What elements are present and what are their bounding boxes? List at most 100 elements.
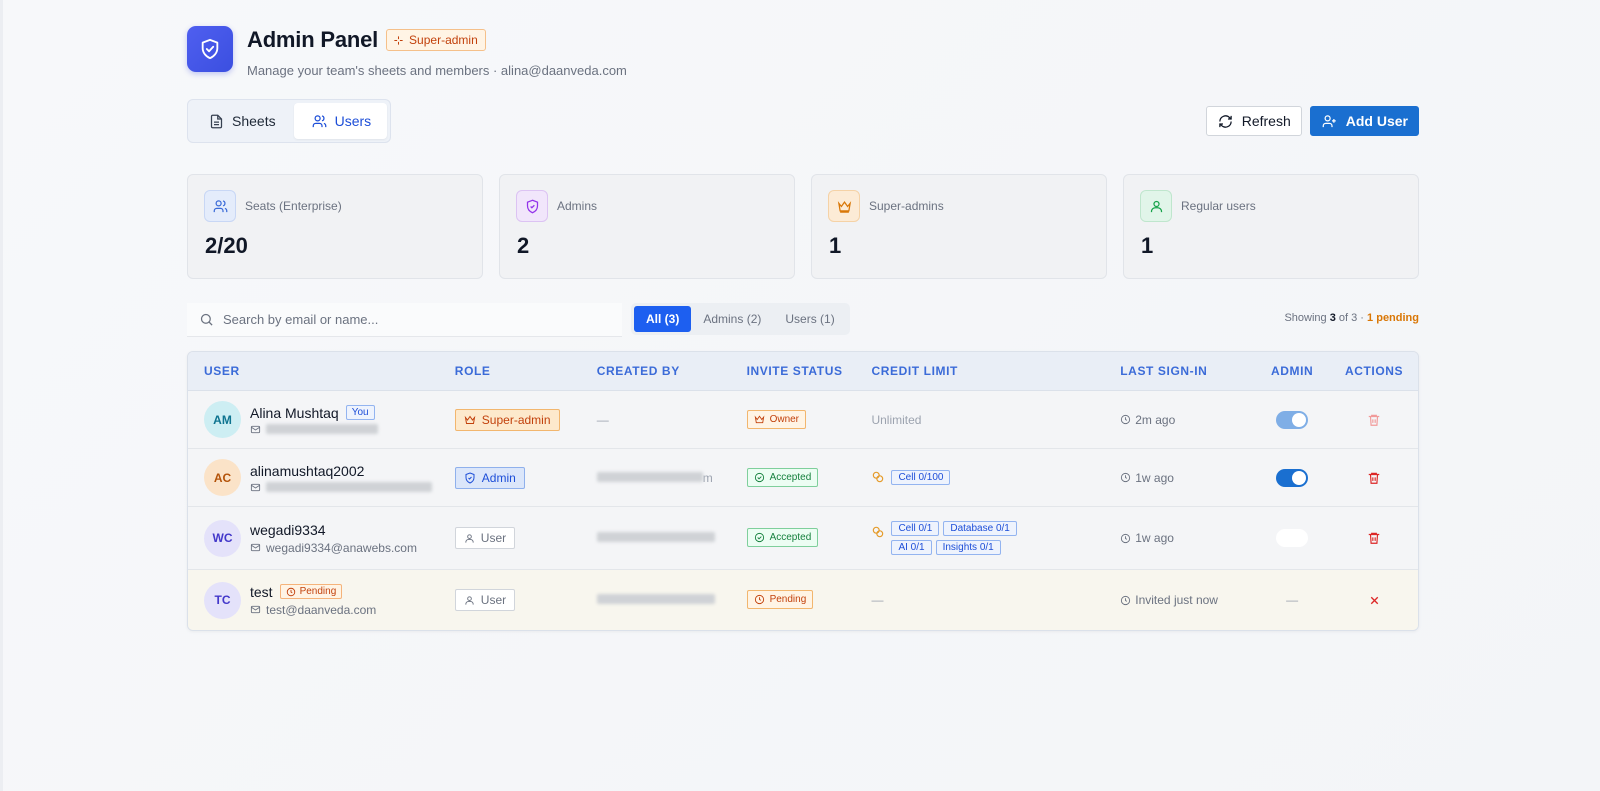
pending-badge: Pending	[279, 584, 343, 599]
page-title: Admin Panel	[247, 27, 379, 52]
role-filter: All (3) Admins (2) Users (1)	[631, 303, 850, 335]
tab-group: Sheets Users	[187, 99, 392, 143]
mail-icon	[250, 605, 261, 614]
mail-icon	[250, 483, 261, 491]
credit-chip: Insights 0/1	[935, 540, 1001, 555]
filter-users[interactable]: Users (1)	[773, 306, 846, 332]
table-row: WC wegadi9334 wegadi9334@anawebs.com Use…	[188, 507, 1418, 570]
stat-admins: Admins 2	[499, 174, 795, 279]
credit-limit: Cell 0/1 Database 0/1 AI 0/1 Insights 0/…	[871, 521, 1120, 555]
stat-regular-users: Regular users 1	[1123, 174, 1419, 279]
table-row: AM Alina Mushtaq You Super-admin — Owner…	[188, 391, 1418, 449]
left-edge	[0, 0, 3, 791]
clock-icon	[1121, 472, 1131, 483]
trash-icon	[1368, 472, 1380, 484]
refresh-button[interactable]: Refresh	[1205, 106, 1302, 136]
clock-icon	[754, 594, 764, 605]
avatar: AM	[204, 401, 241, 438]
last-sign-in: Invited just now	[1120, 593, 1254, 607]
stat-value: 1	[1141, 233, 1154, 258]
check-circle-icon	[754, 532, 764, 543]
check-circle-icon	[754, 472, 764, 482]
user-name: Alina Mushtaq	[250, 404, 339, 421]
mail-icon	[250, 543, 261, 552]
stat-seats: Seats (Enterprise) 2/20	[187, 174, 483, 279]
tab-sheets[interactable]: Sheets	[191, 103, 292, 139]
last-sign-in: 2m ago	[1120, 413, 1254, 427]
created-by: —	[596, 412, 609, 427]
col-role: Role	[454, 364, 491, 378]
col-credit-limit: Credit limit	[871, 364, 958, 378]
shield-icon	[465, 471, 475, 484]
users-icon	[204, 190, 236, 222]
shield-icon	[516, 190, 548, 222]
cancel-invite-button[interactable]	[1368, 594, 1381, 607]
redacted-created-by	[596, 532, 715, 542]
table-row: TC test Pending test@daanveda.com User P…	[188, 570, 1418, 630]
page-subtitle: Manage your team's sheets and members · …	[247, 63, 627, 78]
filter-admins[interactable]: Admins (2)	[691, 306, 773, 332]
invite-status: Owner	[746, 409, 807, 429]
refresh-icon	[1218, 114, 1232, 128]
toolbar: Sheets Users Refresh Add User	[187, 98, 1419, 144]
col-invite-status: Invite status	[746, 364, 843, 378]
clock-icon	[1121, 533, 1131, 543]
delete-user-button[interactable]	[1367, 531, 1381, 545]
last-sign-in: 1w ago	[1120, 471, 1254, 485]
search-input[interactable]	[223, 312, 603, 327]
credit-limit: —	[871, 593, 884, 607]
admin-toggle[interactable]	[1276, 468, 1309, 487]
role-badge: Super-admin	[454, 408, 560, 431]
user-email: test@daanveda.com	[250, 603, 376, 617]
stat-value: 1	[829, 233, 842, 258]
coins-icon	[873, 526, 884, 538]
page-header: Admin Panel Super-admin Manage your team…	[187, 26, 1419, 98]
role-badge: User	[454, 589, 516, 611]
col-admin: Admin	[1270, 364, 1314, 378]
admin-page: Admin Panel Super-admin Manage your team…	[187, 26, 1419, 631]
admin-toggle[interactable]	[1276, 410, 1309, 429]
credit-chip: AI 0/1	[891, 540, 932, 555]
file-icon	[210, 114, 223, 128]
stat-super-admins: Super-admins 1	[811, 174, 1107, 279]
credit-chip: Database 0/1	[943, 521, 1017, 536]
trash-icon	[1368, 532, 1380, 544]
clock-icon	[1121, 595, 1131, 605]
user-icon	[465, 533, 474, 543]
crown-icon	[828, 190, 860, 222]
created-by: m	[702, 470, 713, 485]
filter-row: All (3) Admins (2) Users (1) Showing 3 o…	[187, 303, 1419, 337]
showing-count: Showing 3 of 3 · 1 pending	[1284, 312, 1419, 324]
user-name: wegadi9334	[250, 521, 326, 538]
add-user-button[interactable]: Add User	[1309, 106, 1419, 136]
user-name: test	[250, 583, 273, 600]
coins-icon	[873, 471, 884, 483]
redacted-email	[266, 424, 378, 434]
col-actions: Actions	[1344, 364, 1404, 378]
credit-chip: Cell 0/100	[891, 470, 951, 485]
role-badge: User	[454, 527, 516, 549]
avatar: TC	[204, 581, 241, 619]
invite-status: Accepted	[746, 467, 819, 487]
you-badge: You	[345, 405, 375, 420]
users-table: User Role Created by Invite status Credi…	[187, 351, 1419, 631]
user-icon	[1140, 190, 1172, 222]
search-box	[187, 303, 622, 337]
admin-toggle[interactable]	[1276, 529, 1309, 547]
table-row: AC alinamushtaq2002 Admin m Accepted Cel…	[188, 449, 1418, 507]
user-name: alinamushtaq2002	[250, 462, 365, 479]
user-email	[250, 482, 432, 493]
col-created-by: Created by	[596, 364, 680, 378]
admin-placeholder: —	[1286, 593, 1299, 607]
search-icon	[200, 313, 213, 326]
close-icon	[1370, 596, 1378, 604]
shield-logo-icon	[187, 26, 233, 72]
delete-user-button[interactable]	[1367, 413, 1381, 427]
tab-users[interactable]: Users	[293, 103, 388, 139]
crown-icon	[754, 415, 764, 423]
col-user: User	[204, 364, 240, 378]
filter-all[interactable]: All (3)	[634, 306, 692, 332]
delete-user-button[interactable]	[1367, 471, 1381, 485]
mail-icon	[250, 425, 261, 433]
super-admin-badge: Super-admin	[386, 29, 486, 51]
